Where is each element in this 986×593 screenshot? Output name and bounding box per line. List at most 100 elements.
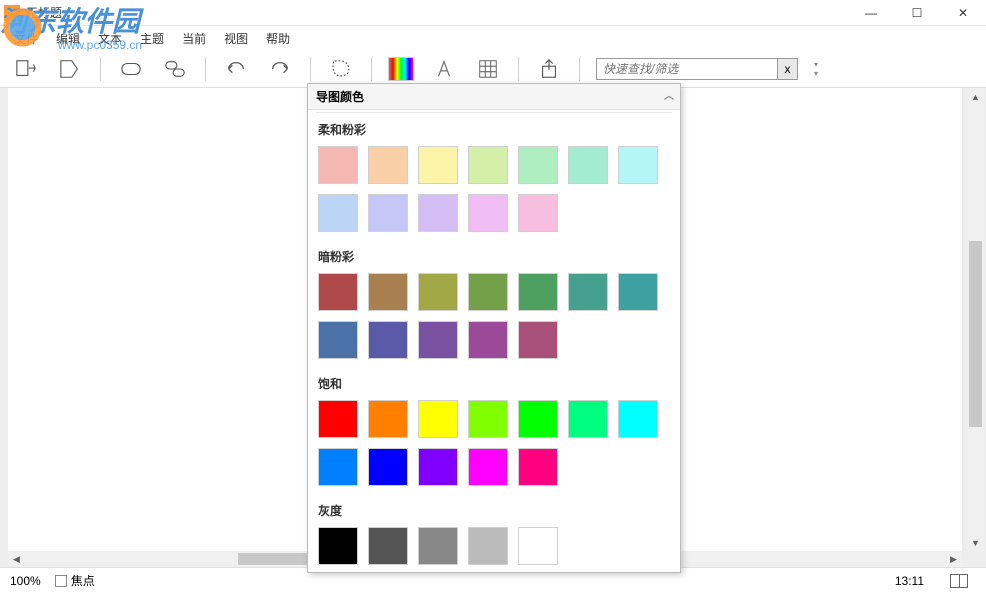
font-button[interactable] — [430, 55, 458, 83]
color-swatch[interactable] — [418, 273, 458, 311]
redo-button[interactable] — [266, 55, 294, 83]
menu-view[interactable]: 视图 — [216, 28, 256, 49]
color-section-label: 饱和 — [318, 375, 670, 392]
color-swatch[interactable] — [518, 194, 558, 232]
vertical-scrollbar[interactable]: ▲ ▼ — [967, 88, 984, 551]
color-swatch[interactable] — [468, 146, 508, 184]
color-panel-collapse-icon[interactable]: ︿ — [664, 87, 674, 102]
color-swatch[interactable] — [518, 400, 558, 438]
new-node-button[interactable] — [12, 55, 40, 83]
color-swatch[interactable] — [418, 194, 458, 232]
rounded-rect-button[interactable] — [117, 55, 145, 83]
color-swatch[interactable] — [568, 146, 608, 184]
color-swatch[interactable] — [318, 400, 358, 438]
menu-edit[interactable]: 编辑 — [48, 28, 88, 49]
color-swatch[interactable] — [318, 321, 358, 359]
color-section: 柔和粉彩 — [308, 115, 680, 242]
app-icon — [4, 5, 20, 21]
scroll-thumb-h[interactable] — [238, 553, 312, 565]
color-picker-button[interactable] — [388, 57, 414, 81]
menubar: 文件 编辑 文本 主题 当前 视图 帮助 — [0, 26, 986, 50]
scroll-left-icon[interactable]: ◀ — [8, 551, 25, 567]
color-section: 暗粉彩 — [308, 242, 680, 369]
toolbar-separator — [310, 57, 311, 81]
color-swatch[interactable] — [568, 273, 608, 311]
color-swatch[interactable] — [368, 527, 408, 565]
minimize-button[interactable]: — — [848, 0, 894, 26]
color-swatch[interactable] — [568, 400, 608, 438]
color-section: 灰度 — [308, 496, 680, 573]
color-swatch[interactable] — [418, 527, 458, 565]
color-grid — [318, 146, 670, 232]
scroll-down-icon[interactable]: ▼ — [967, 534, 984, 551]
zoom-level[interactable]: 100% — [10, 574, 41, 588]
divider — [316, 112, 672, 113]
color-swatch[interactable] — [318, 448, 358, 486]
color-swatch[interactable] — [468, 527, 508, 565]
color-swatch[interactable] — [368, 273, 408, 311]
lasso-button[interactable] — [327, 55, 355, 83]
share-button[interactable] — [535, 55, 563, 83]
status-time: 13:11 — [895, 574, 924, 588]
toolbar-more-icon[interactable]: ▾▾ — [814, 60, 824, 78]
color-swatch[interactable] — [318, 527, 358, 565]
menu-help[interactable]: 帮助 — [258, 28, 298, 49]
search-clear-button[interactable]: x — [777, 59, 797, 79]
color-section-label: 暗粉彩 — [318, 248, 670, 265]
color-swatch[interactable] — [418, 321, 458, 359]
window-controls: — ☐ ✕ — [848, 0, 986, 26]
color-swatch[interactable] — [468, 448, 508, 486]
group-button[interactable] — [161, 55, 189, 83]
color-swatch[interactable] — [418, 146, 458, 184]
color-swatch[interactable] — [618, 273, 658, 311]
color-swatch[interactable] — [318, 146, 358, 184]
menu-file[interactable]: 文件 — [6, 28, 46, 49]
undo-button[interactable] — [222, 55, 250, 83]
color-swatch[interactable] — [468, 273, 508, 311]
color-swatch[interactable] — [418, 448, 458, 486]
scroll-thumb-v[interactable] — [969, 241, 982, 427]
color-swatch[interactable] — [368, 448, 408, 486]
window-title: 无标题 — [26, 4, 62, 21]
titlebar: 无标题 — ☐ ✕ — [0, 0, 986, 26]
toolbar-separator — [371, 57, 372, 81]
maximize-button[interactable]: ☐ — [894, 0, 940, 26]
focus-checkbox[interactable]: 焦点 — [55, 572, 95, 589]
color-section-label: 柔和粉彩 — [318, 121, 670, 138]
color-swatch[interactable] — [518, 527, 558, 565]
color-panel: 导图颜色 ︿ 柔和粉彩暗粉彩饱和灰度 — [307, 83, 681, 573]
color-panel-header: 导图颜色 ︿ — [308, 84, 680, 110]
scroll-up-icon[interactable]: ▲ — [967, 88, 984, 105]
search-input[interactable] — [597, 60, 777, 78]
tag-button[interactable] — [56, 55, 84, 83]
search-box: x — [596, 58, 798, 80]
color-swatch[interactable] — [618, 146, 658, 184]
color-panel-title: 导图颜色 — [316, 90, 364, 104]
color-swatch[interactable] — [368, 400, 408, 438]
color-grid — [318, 527, 670, 565]
toolbar-separator — [100, 57, 101, 81]
color-swatch[interactable] — [418, 400, 458, 438]
color-swatch[interactable] — [468, 400, 508, 438]
split-view-button[interactable] — [950, 574, 968, 588]
color-swatch[interactable] — [518, 273, 558, 311]
color-swatch[interactable] — [518, 146, 558, 184]
color-swatch[interactable] — [318, 273, 358, 311]
color-swatch[interactable] — [368, 321, 408, 359]
color-grid — [318, 400, 670, 486]
scroll-right-icon[interactable]: ▶ — [945, 551, 962, 567]
color-swatch[interactable] — [368, 194, 408, 232]
menu-text[interactable]: 文本 — [90, 28, 130, 49]
color-grid — [318, 273, 670, 359]
close-button[interactable]: ✕ — [940, 0, 986, 26]
color-swatch[interactable] — [318, 194, 358, 232]
color-swatch[interactable] — [518, 448, 558, 486]
menu-theme[interactable]: 主题 — [132, 28, 172, 49]
color-swatch[interactable] — [468, 321, 508, 359]
menu-current[interactable]: 当前 — [174, 28, 214, 49]
color-swatch[interactable] — [368, 146, 408, 184]
color-swatch[interactable] — [618, 400, 658, 438]
color-swatch[interactable] — [518, 321, 558, 359]
grid-button[interactable] — [474, 55, 502, 83]
color-swatch[interactable] — [468, 194, 508, 232]
